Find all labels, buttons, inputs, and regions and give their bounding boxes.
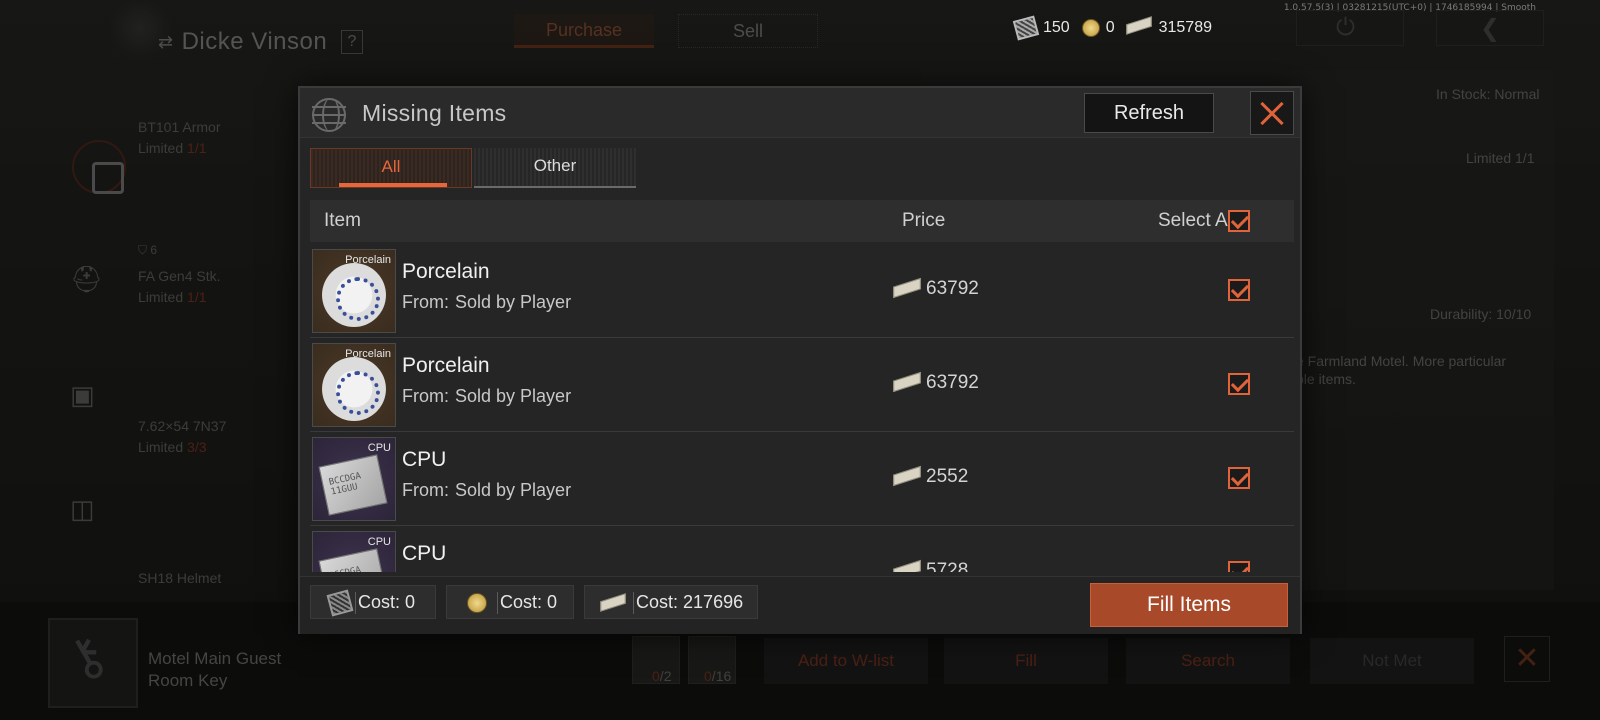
cash-icon <box>1125 16 1153 36</box>
table-row[interactable]: Porcelain Porcelain From: Sold by Player … <box>310 244 1294 338</box>
row-checkbox[interactable] <box>1228 467 1250 489</box>
globe-icon <box>312 98 346 132</box>
cash-cost: Cost: 217696 <box>584 585 758 619</box>
select-all-label[interactable]: Select All <box>1158 210 1236 232</box>
missing-items-dialog: Missing Items Refresh All Other Item Pri… <box>298 86 1302 634</box>
cash-icon <box>599 591 629 615</box>
cash-icon <box>893 371 924 394</box>
item-source: From: Sold by Player <box>402 386 572 406</box>
dialog-footer: Cost: 0 Cost: 0 Cost: 217696 Fill Items <box>300 576 1300 634</box>
item-price: 63792 <box>926 278 979 299</box>
coupon-icon <box>326 589 354 617</box>
coin-icon <box>1081 19 1100 37</box>
column-price: Price <box>902 210 946 231</box>
column-item: Item <box>324 210 361 231</box>
fill-items-button[interactable]: Fill Items <box>1090 583 1288 627</box>
table-row[interactable]: CPU CPU From:Sold by Player 2552 <box>310 432 1294 526</box>
refresh-button[interactable]: Refresh <box>1084 93 1214 133</box>
tab-all[interactable]: All <box>310 148 472 188</box>
coupon-balance: 150 <box>1012 15 1070 41</box>
cash-balance: 315789 <box>1125 16 1212 37</box>
dialog-header: Missing Items Refresh <box>300 88 1300 138</box>
select-all-checkbox[interactable] <box>1228 210 1250 232</box>
item-source: From: Sold by Player <box>402 292 572 312</box>
cash-icon <box>893 465 924 488</box>
cash-icon <box>893 559 924 572</box>
porcelain-icon <box>322 357 386 421</box>
item-name: Porcelain <box>402 260 490 283</box>
currency-bar: 150 0 315789 <box>1012 15 1212 41</box>
close-icon[interactable] <box>1250 91 1294 135</box>
coupon-icon <box>1012 15 1040 41</box>
coin-balance: 0 <box>1081 19 1115 37</box>
cpu-icon <box>318 454 388 516</box>
porcelain-icon <box>322 263 386 327</box>
item-thumbnail: Porcelain <box>312 343 396 427</box>
cpu-icon <box>318 548 388 572</box>
row-checkbox[interactable] <box>1228 373 1250 395</box>
dialog-title: Missing Items <box>362 100 507 126</box>
item-thumbnail: CPU <box>312 437 396 521</box>
row-checkbox[interactable] <box>1228 561 1250 572</box>
coupon-cost: Cost: 0 <box>310 585 436 619</box>
item-source: From: Sold by Player <box>402 480 572 500</box>
item-name: CPU <box>402 542 447 565</box>
missing-items-list[interactable]: Porcelain Porcelain From: Sold by Player … <box>310 244 1294 572</box>
filter-tabs: All Other <box>310 148 636 188</box>
item-thumbnail: CPU <box>312 531 396 572</box>
item-price: 63792 <box>926 372 979 393</box>
table-row[interactable]: Porcelain Porcelain From: Sold by Player … <box>310 338 1294 432</box>
coin-cost: Cost: 0 <box>446 585 574 619</box>
row-checkbox[interactable] <box>1228 279 1250 301</box>
table-header: Item Price Select All <box>310 200 1294 242</box>
tab-other[interactable]: Other <box>474 148 636 188</box>
cash-icon <box>893 277 924 300</box>
item-price: 5728 <box>926 560 969 572</box>
item-name: CPU <box>402 448 447 471</box>
item-thumbnail: Porcelain <box>312 249 396 333</box>
table-row[interactable]: CPU CPU 5728 <box>310 526 1294 572</box>
item-price: 2552 <box>926 466 969 487</box>
item-name: Porcelain <box>402 354 490 377</box>
coin-icon <box>467 593 487 614</box>
